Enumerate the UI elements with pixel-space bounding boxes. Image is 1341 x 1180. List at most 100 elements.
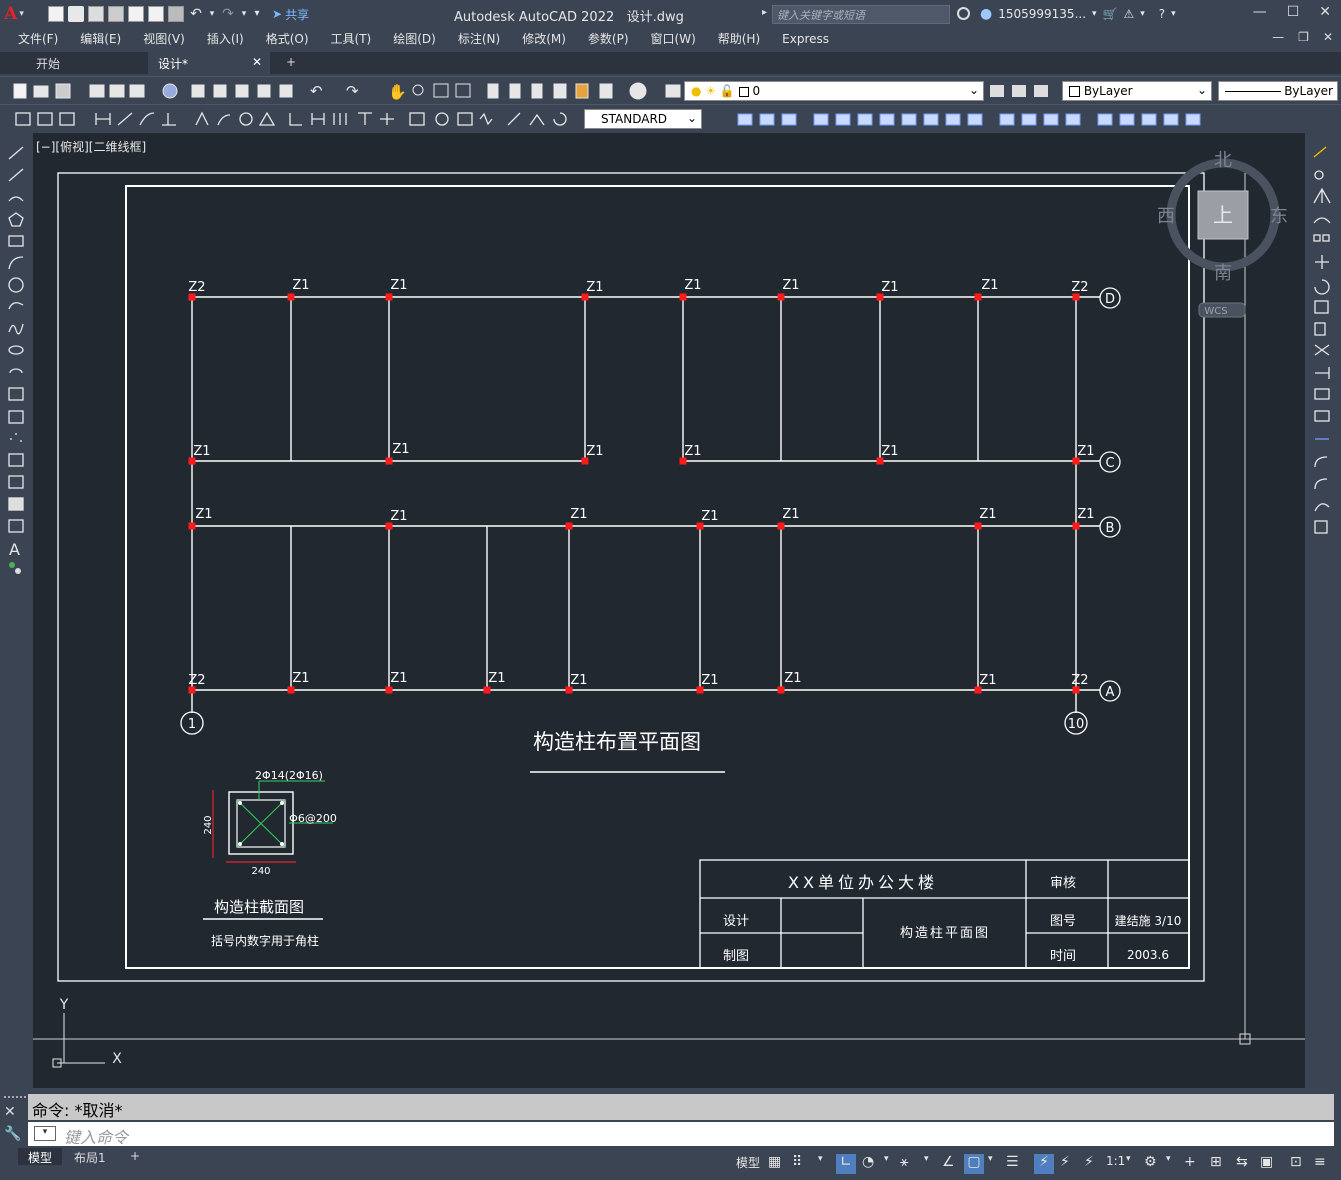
intersect-icon[interactable] (857, 113, 873, 126)
center-mark-icon[interactable] (435, 112, 449, 126)
table-icon[interactable] (8, 519, 24, 533)
drawing-canvas[interactable]: [−][俯视][二维线框] Z2 Z1 Z1 Z1 Z1 Z1 Z1 Z1 Z2… (33, 133, 1305, 1088)
menu-file[interactable]: 文件(F) (18, 30, 58, 47)
doc-close-icon[interactable]: ✕ (1323, 30, 1333, 44)
linear-dim-icon[interactable] (95, 113, 111, 125)
open-file-icon[interactable] (68, 6, 84, 22)
imprint-icon[interactable] (1097, 113, 1113, 126)
offset-face-icon[interactable] (923, 113, 939, 126)
3d-box-icon[interactable] (737, 113, 753, 126)
scale-icon[interactable] (1314, 300, 1329, 314)
tab-model[interactable]: 模型 (18, 1148, 63, 1165)
radius-dim-icon[interactable] (195, 111, 209, 126)
workspace-dropdown-icon[interactable]: ▾ (1166, 1154, 1171, 1174)
rotate-face-icon[interactable] (967, 113, 983, 126)
copy-edge-icon[interactable] (1065, 113, 1081, 126)
save-icon[interactable] (88, 6, 104, 22)
color-dropdown[interactable]: ByLayer ⌄ (1062, 81, 1212, 101)
graphics-performance-icon[interactable]: ▣ (1260, 1154, 1273, 1174)
customization-icon[interactable]: ≡ (1314, 1154, 1326, 1174)
break-at-point-icon[interactable] (1314, 388, 1330, 400)
osnap-dropdown-icon[interactable]: ▾ (988, 1154, 993, 1174)
angular-dim-icon[interactable] (258, 111, 276, 126)
baseline-dim-icon[interactable] (311, 113, 325, 125)
help-tb-icon[interactable] (629, 82, 647, 100)
plot-icon[interactable] (168, 6, 184, 22)
open-from-web-icon[interactable] (128, 6, 144, 22)
annotation-scale-icon[interactable]: ⚡ (1084, 1154, 1094, 1174)
quickcalc-icon[interactable] (599, 83, 613, 99)
tab-design[interactable]: 设计* ✕ (148, 52, 270, 74)
menu-modify[interactable]: 修改(M) (522, 30, 566, 47)
command-input[interactable]: 键入命令 (28, 1122, 1334, 1147)
lineweight-icon[interactable]: ☰ (1006, 1154, 1019, 1174)
explode-icon[interactable] (1314, 520, 1328, 534)
aligned-dim-icon[interactable] (117, 112, 133, 126)
rectangle-icon[interactable] (8, 235, 24, 247)
copy-face-icon[interactable] (1021, 113, 1037, 126)
share-button[interactable]: ➤ 共享 (272, 6, 309, 23)
insert-block-icon[interactable] (8, 387, 24, 401)
viewcube-east[interactable]: 东 (1270, 206, 1288, 227)
menu-window[interactable]: 窗口(W) (651, 30, 696, 47)
extrude-face-icon[interactable] (879, 113, 895, 126)
doc-minimize-icon[interactable]: — (1272, 30, 1284, 44)
line-icon[interactable] (8, 146, 24, 160)
search-icon[interactable] (957, 7, 970, 20)
markup-icon[interactable] (575, 83, 589, 99)
grip-icon[interactable] (4, 1096, 26, 1104)
help-dropdown-icon[interactable]: ▾ (1171, 9, 1176, 19)
command-customize-icon[interactable]: 🔧 (4, 1126, 26, 1142)
quick-dim-icon[interactable] (289, 113, 302, 126)
stretch-icon[interactable] (1314, 322, 1326, 336)
3d-wedge-icon[interactable] (759, 113, 775, 126)
continue-dim-icon[interactable] (333, 113, 347, 125)
mtext-icon[interactable]: A (9, 540, 20, 559)
layer-state-icon[interactable] (1034, 85, 1048, 97)
ordinate-dim-icon[interactable] (162, 113, 176, 126)
dim-edit-icon[interactable] (507, 112, 521, 126)
cart-icon[interactable]: 🛒 (1103, 7, 1118, 21)
units-icon[interactable]: ⊞ (1210, 1154, 1222, 1174)
help-icon[interactable]: ? (1159, 7, 1165, 21)
offset-icon[interactable] (1313, 217, 1331, 224)
inspect-icon[interactable] (457, 112, 473, 126)
plot-tb-icon[interactable] (89, 84, 105, 98)
trim-icon[interactable] (1314, 344, 1330, 356)
workspace-gear-icon[interactable]: ⚙ (1144, 1154, 1157, 1174)
menu-express[interactable]: Express (782, 32, 829, 46)
fillet-icon[interactable] (1314, 478, 1328, 490)
new-file-icon[interactable] (48, 6, 64, 22)
subtract-icon[interactable] (835, 113, 851, 126)
circle-icon[interactable] (8, 277, 24, 293)
dim-style-dropdown[interactable]: STANDARD ⌄ (584, 109, 702, 129)
menu-draw[interactable]: 绘图(D) (393, 30, 436, 47)
tab-start[interactable]: 开始 (26, 52, 146, 74)
jogged-linear-icon[interactable] (479, 112, 493, 126)
extend-icon[interactable] (1315, 367, 1330, 379)
spline-icon[interactable] (8, 323, 24, 335)
snap-dropdown-icon[interactable]: ▾ (818, 1154, 823, 1174)
3d-pyramid-icon[interactable] (781, 113, 797, 126)
object-track-icon[interactable]: ∠ (942, 1154, 955, 1174)
taper-face-icon[interactable] (999, 113, 1015, 126)
arc-length-icon[interactable] (139, 112, 155, 126)
isodraft-dropdown-icon[interactable]: ▾ (924, 1154, 929, 1174)
undo-icon[interactable]: ↶ (188, 6, 204, 22)
customize-qat-icon[interactable]: ▾ (252, 6, 262, 22)
command-recent-icon[interactable]: ▾ (34, 1126, 56, 1141)
autocad-logo[interactable]: A ▾ (0, 0, 28, 28)
array-icon[interactable] (1322, 234, 1330, 242)
user-account[interactable]: ● 1505999135... ▾ 🛒 ⚠ ▾ ? ▾ (980, 6, 1176, 22)
tolerance-icon[interactable] (409, 112, 425, 126)
scale-dropdown-icon[interactable]: ▾ (1126, 1154, 1131, 1174)
check-icon[interactable] (1185, 113, 1201, 126)
dim-space-icon[interactable] (358, 112, 372, 125)
sheet-set-icon[interactable] (553, 83, 567, 99)
pan-icon[interactable]: ✋ (388, 83, 407, 101)
copy-icon[interactable] (213, 84, 227, 98)
add-layout-tab[interactable]: + (120, 1148, 150, 1165)
tool-palettes-icon[interactable] (531, 83, 543, 99)
layer-dropdown[interactable]: ● ☀ 🔓 0 ⌄ (684, 81, 984, 101)
cut-icon[interactable] (191, 84, 205, 98)
